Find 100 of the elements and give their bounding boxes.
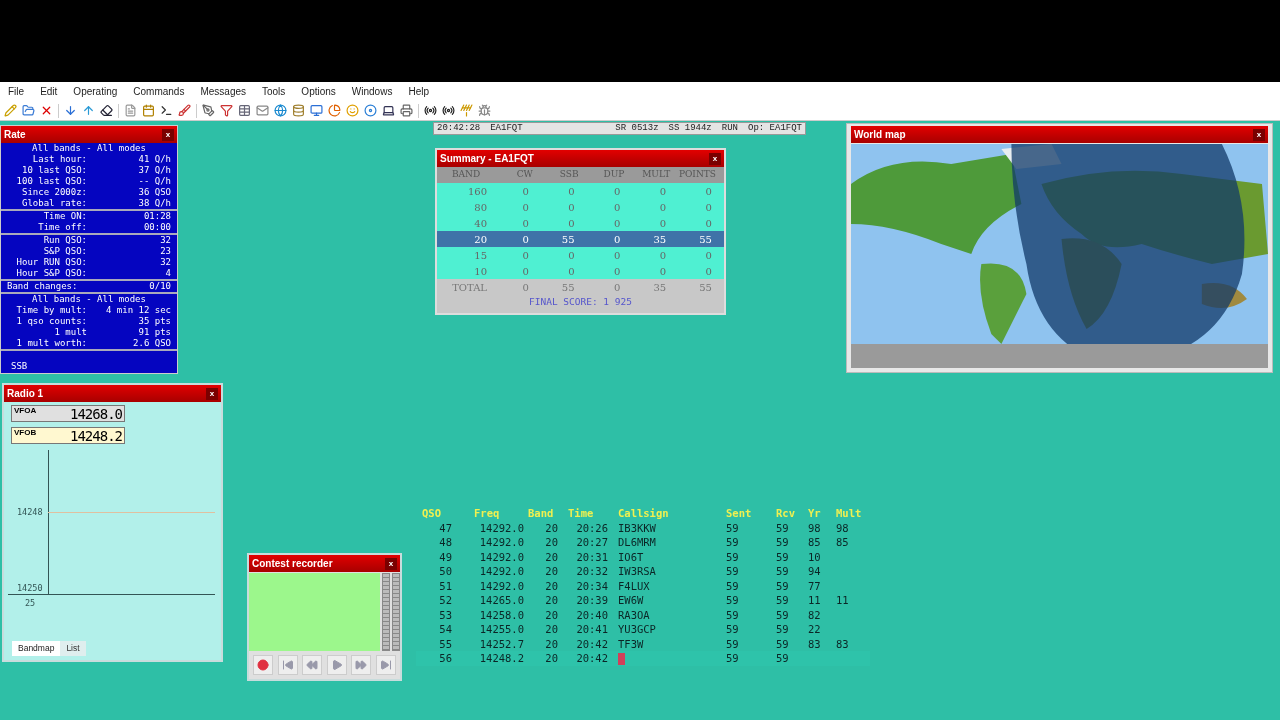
summary-row[interactable]: 20 0 55 0 35 55: [437, 231, 724, 247]
log-row[interactable]: 47 14292.0 20 20:26 IB3KKW 59 59 98 98: [416, 520, 870, 535]
menu-item[interactable]: Messages: [200, 84, 246, 99]
log-cell: 59: [726, 565, 739, 577]
play-icon: [330, 659, 343, 671]
globe-icon[interactable]: [274, 104, 287, 117]
smiley-icon[interactable]: [346, 104, 359, 117]
close-icon[interactable]: [40, 104, 53, 117]
log-cell: 22: [808, 623, 821, 635]
vfo-display[interactable]: VFOA 14268.0: [11, 405, 125, 422]
log-row[interactable]: 51 14292.0 20 20:34 F4LUX 59 59 77: [416, 578, 870, 593]
table-cell-text: 0: [704, 216, 713, 231]
column-header: BAND: [450, 168, 482, 182]
table-cell-text: 0: [567, 200, 576, 215]
table-cell-text: 0: [521, 184, 530, 199]
mode-text: SSB: [10, 361, 29, 372]
play-button[interactable]: [326, 655, 347, 675]
log-row[interactable]: 48 14292.0 20 20:27 DL6MRM 59 59 85 85: [416, 535, 870, 550]
bug-icon[interactable]: [478, 104, 491, 117]
table-cell-text: 0: [613, 184, 622, 199]
table-icon[interactable]: [238, 104, 251, 117]
folder-icon[interactable]: [22, 104, 35, 117]
close-button[interactable]: x: [385, 557, 397, 570]
log-row[interactable]: 56 14248.2 20 20:42 59 59: [416, 651, 870, 666]
menu-item[interactable]: Options: [301, 84, 336, 99]
log-cell: 14292.0: [479, 565, 524, 577]
record-button[interactable]: [253, 655, 273, 675]
menu-item[interactable]: Commands: [133, 84, 185, 99]
summary-row[interactable]: 40 0 0 0 0 0: [437, 215, 724, 231]
stat-value: 4 min 12 sec: [104, 305, 171, 316]
log-cell: DL6MRM: [618, 536, 656, 548]
menu-item[interactable]: File: [8, 84, 25, 99]
log-row[interactable]: 52 14265.0 20 20:39 EW6W 59 59 11 11: [416, 593, 870, 608]
close-button[interactable]: x: [1253, 128, 1265, 141]
monitor-icon[interactable]: [310, 104, 323, 117]
disc-icon[interactable]: [364, 104, 377, 117]
table-cell-text: 0: [567, 264, 576, 279]
menu-item[interactable]: Windows: [351, 84, 393, 99]
log-row[interactable]: 50 14292.0 20 20:32 IW3RSA 59 59 94: [416, 564, 870, 579]
vfo-display[interactable]: VFOB 14248.2: [11, 427, 125, 444]
summary-row[interactable]: 10 0 0 0 0 0: [437, 263, 724, 279]
document-icon[interactable]: [124, 104, 137, 117]
column-header: Freq: [473, 506, 501, 521]
stat-label: Last hour:: [31, 154, 87, 165]
log-cell: 20: [545, 565, 558, 577]
close-button[interactable]: x: [162, 128, 174, 141]
log-cell: 14265.0: [479, 594, 524, 606]
close-button[interactable]: x: [206, 387, 218, 400]
skip-back-button[interactable]: [277, 655, 298, 675]
terminal-icon[interactable]: [160, 104, 173, 117]
log-row[interactable]: 55 14252.7 20 20:42 TF3W 59 59 83 83: [416, 636, 870, 651]
summary-row[interactable]: 160 0 0 0 0 0: [437, 183, 724, 199]
column-header: Rcv: [775, 506, 796, 521]
pen-icon[interactable]: [202, 104, 215, 117]
stat-value: 2.6 QSO: [132, 338, 171, 349]
log-cell: 20: [545, 608, 558, 621]
log-cell: 55: [439, 637, 452, 650]
brush-icon[interactable]: [178, 104, 191, 117]
radio-icon[interactable]: [424, 104, 437, 117]
log-cell: 47: [439, 521, 452, 534]
log-cell: 59: [776, 579, 789, 592]
pencil-icon[interactable]: [4, 104, 17, 117]
eraser-icon[interactable]: [100, 104, 113, 117]
log-row[interactable]: 53 14258.0 20 20:40 RA3OA 59 59 82: [416, 607, 870, 622]
database-icon[interactable]: [292, 104, 305, 117]
menu-item[interactable]: Edit: [40, 84, 58, 99]
menu-item[interactable]: Operating: [73, 84, 118, 99]
stat-label: 100 last QSO:: [15, 176, 87, 187]
pie-chart-icon[interactable]: [328, 104, 341, 117]
table-cell-text: 0: [521, 216, 530, 231]
log-cell: 20:27: [576, 536, 608, 548]
fast-forward-button[interactable]: [351, 655, 372, 675]
filter-icon[interactable]: [220, 104, 233, 117]
radio-icon[interactable]: [442, 104, 455, 117]
summary-row[interactable]: 80 0 0 0 0 0: [437, 199, 724, 215]
table-cell-text: 0: [613, 216, 622, 231]
scale-label: 14248: [17, 506, 43, 519]
mail-icon[interactable]: [256, 104, 269, 117]
tab[interactable]: Bandmap: [12, 641, 61, 656]
table-cell-text: 55: [698, 280, 713, 295]
arrow-down-icon[interactable]: [64, 104, 77, 117]
antenna-icon[interactable]: [460, 104, 473, 117]
calendar-icon[interactable]: [142, 104, 155, 117]
log-row[interactable]: 49 14292.0 20 20:31 IO6T 59 59 10: [416, 549, 870, 564]
close-button[interactable]: x: [709, 152, 721, 165]
tab[interactable]: List: [60, 641, 86, 656]
menu-item[interactable]: Help: [408, 84, 429, 99]
column-header: Band: [527, 506, 555, 521]
rewind-button[interactable]: [302, 655, 323, 675]
log-row[interactable]: 54 14255.0 20 20:41 YU3GCP 59 59 22: [416, 622, 870, 637]
table-cell-text: 0: [658, 216, 668, 231]
log-cell: 20: [545, 623, 558, 635]
menu-item[interactable]: Tools: [262, 84, 286, 99]
summary-row[interactable]: 15 0 0 0 0 0: [437, 247, 724, 263]
arrow-up-icon[interactable]: [82, 104, 95, 117]
table-cell-text: 0: [658, 184, 668, 199]
printer-icon[interactable]: [400, 104, 413, 117]
skip-forward-button[interactable]: [375, 655, 396, 675]
laptop-icon[interactable]: [382, 104, 395, 117]
stat-label: 10 last QSO:: [20, 165, 87, 176]
